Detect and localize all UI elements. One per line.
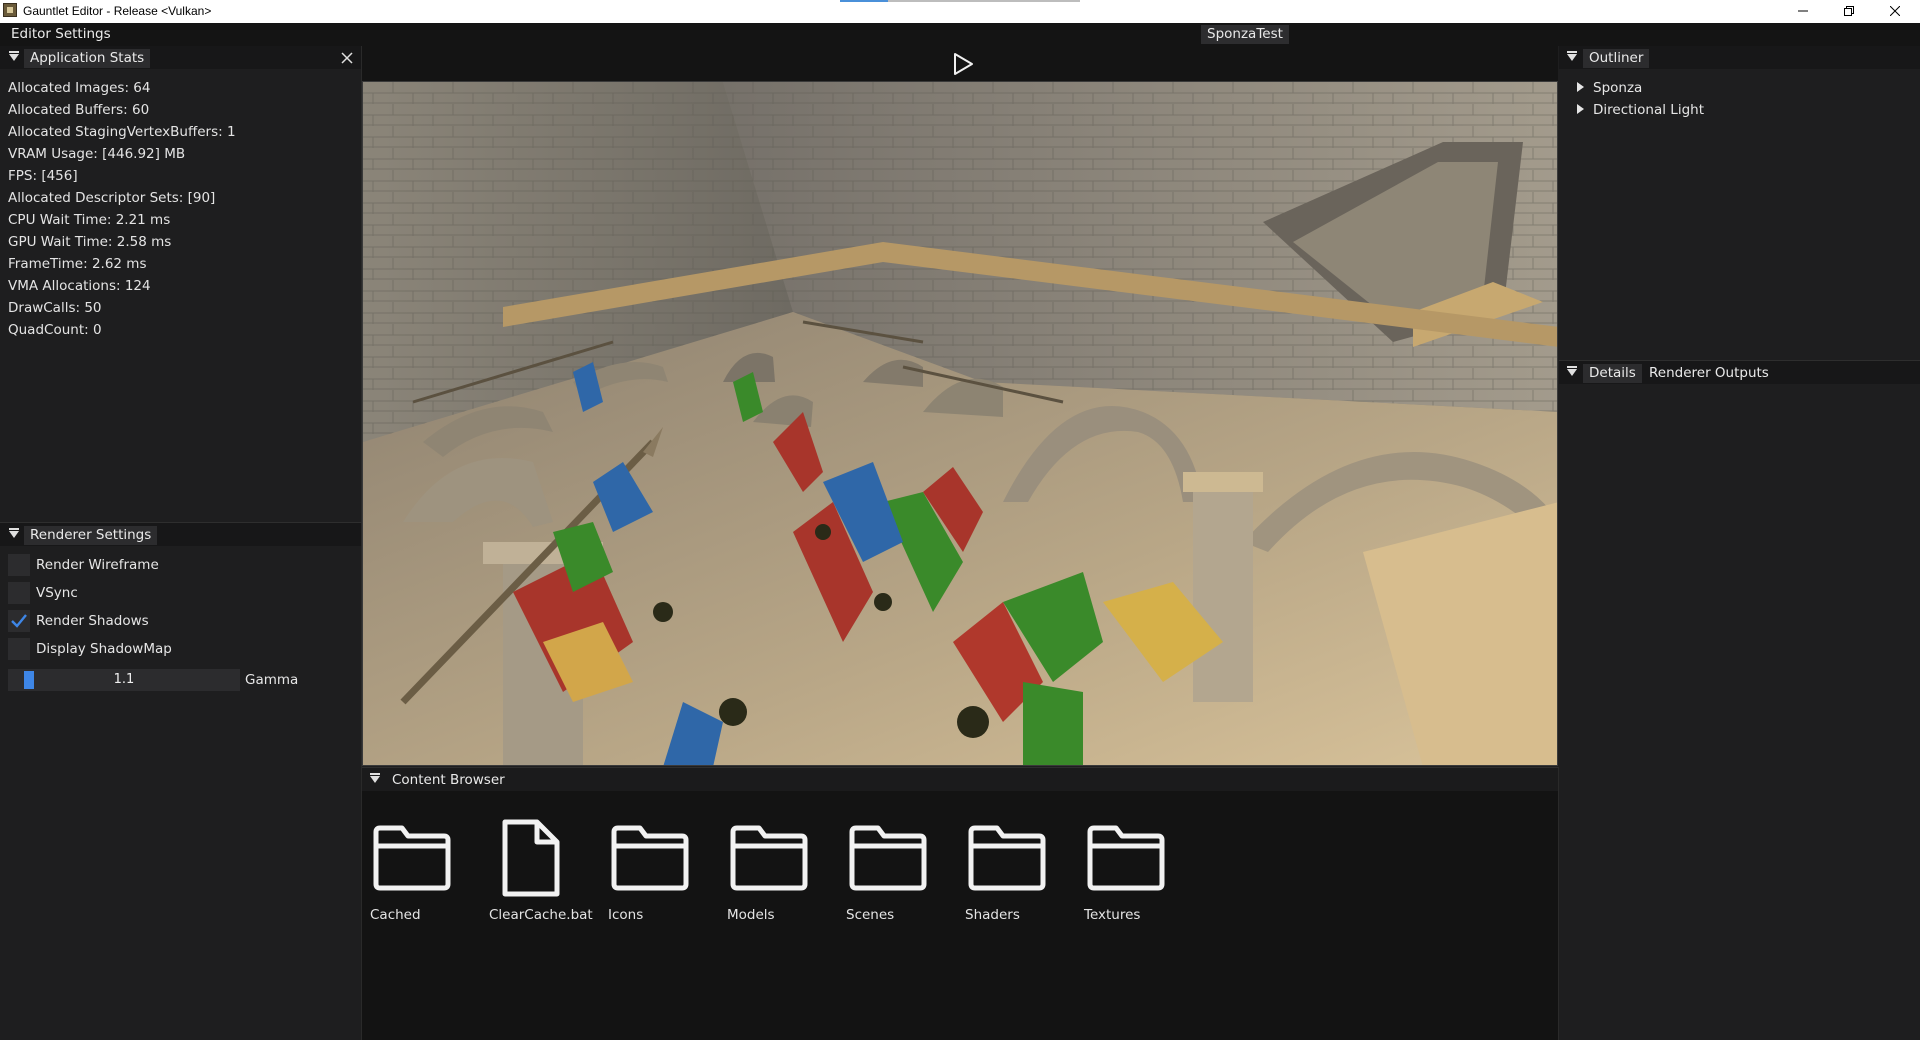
stat-line: QuadCount: 0 bbox=[8, 322, 102, 338]
stat-line: FrameTime: 2.62 ms bbox=[8, 256, 147, 272]
stats-list: Allocated Images: 64 Allocated Buffers: … bbox=[8, 77, 236, 341]
display-shadowmap-option[interactable]: Display ShadowMap bbox=[8, 638, 172, 660]
option-label: VSync bbox=[36, 585, 78, 601]
outliner-item-directional-light[interactable]: Directional Light bbox=[1577, 99, 1704, 121]
gamma-slider[interactable]: 1.1 bbox=[8, 669, 240, 691]
outliner-item-label: Directional Light bbox=[1593, 102, 1704, 118]
renderer-settings-panel: Renderer Settings Render Wireframe VSync… bbox=[0, 522, 362, 1040]
render-wireframe-option[interactable]: Render Wireframe bbox=[8, 554, 159, 576]
content-item-label: Cached bbox=[370, 907, 421, 923]
render-wireframe-checkbox[interactable] bbox=[8, 554, 30, 576]
expand-arrow-icon[interactable] bbox=[1577, 82, 1584, 92]
taskbar-indicator-track bbox=[888, 0, 1080, 2]
content-item-label: Shaders bbox=[965, 907, 1020, 923]
option-label: Render Shadows bbox=[36, 613, 149, 629]
details-panel: Details Renderer Outputs bbox=[1559, 361, 1920, 1039]
window-titlebar: Gauntlet Editor - Release <Vulkan> bbox=[0, 0, 1920, 23]
checkmark-icon bbox=[11, 614, 27, 628]
stat-line: Allocated Buffers: 60 bbox=[8, 102, 150, 118]
gamma-value: 1.1 bbox=[113, 672, 135, 687]
content-browser-panel: Content Browser Cached ClearCache.bat Ic… bbox=[362, 767, 1559, 1040]
menu-bar: Editor Settings SponzaTest bbox=[0, 23, 1920, 46]
tab-content-browser[interactable]: Content Browser bbox=[386, 771, 511, 790]
stat-line: DrawCalls: 50 bbox=[8, 300, 102, 316]
expand-arrow-icon[interactable] bbox=[1577, 104, 1584, 114]
close-icon[interactable] bbox=[340, 51, 354, 65]
tab-details[interactable]: Details bbox=[1583, 364, 1642, 383]
vsync-option[interactable]: VSync bbox=[8, 582, 78, 604]
folder-icon bbox=[373, 825, 451, 891]
collapse-arrow-icon[interactable] bbox=[9, 528, 19, 538]
close-window-button[interactable] bbox=[1872, 0, 1918, 22]
outliner-item-label: Sponza bbox=[1593, 80, 1643, 96]
tab-outliner[interactable]: Outliner bbox=[1583, 49, 1650, 68]
content-item-label: Icons bbox=[608, 907, 644, 923]
play-icon[interactable] bbox=[950, 51, 976, 77]
viewport-toolbar bbox=[362, 46, 1558, 81]
display-shadowmap-checkbox[interactable] bbox=[8, 638, 30, 660]
restore-icon bbox=[1844, 6, 1854, 16]
restore-button[interactable] bbox=[1826, 0, 1872, 22]
scene-viewport[interactable] bbox=[362, 81, 1558, 766]
panel-header: Outliner bbox=[1559, 46, 1920, 69]
app-logo-icon bbox=[3, 3, 17, 17]
tab-renderer-outputs[interactable]: Renderer Outputs bbox=[1643, 364, 1775, 383]
content-item-label: Models bbox=[727, 907, 775, 923]
panel-header: Renderer Settings bbox=[0, 523, 361, 546]
stat-line: VRAM Usage: [446.92] MB bbox=[8, 146, 186, 162]
folder-icon bbox=[611, 825, 689, 891]
panel-header: Content Browser bbox=[362, 768, 1558, 791]
folder-icon bbox=[849, 825, 927, 891]
tab-renderer-settings[interactable]: Renderer Settings bbox=[24, 526, 158, 545]
folder-icon bbox=[1087, 825, 1165, 891]
sponza-scene-render bbox=[363, 82, 1557, 765]
minimize-icon bbox=[1798, 10, 1808, 12]
option-label: Display ShadowMap bbox=[36, 641, 172, 657]
collapse-arrow-icon[interactable] bbox=[370, 773, 380, 783]
collapse-arrow-icon[interactable] bbox=[1567, 51, 1577, 61]
stat-line: CPU Wait Time: 2.21 ms bbox=[8, 212, 171, 228]
collapse-arrow-icon[interactable] bbox=[9, 51, 19, 61]
close-icon bbox=[1890, 6, 1900, 16]
stat-line: VMA Allocations: 124 bbox=[8, 278, 151, 294]
collapse-arrow-icon[interactable] bbox=[1567, 366, 1577, 376]
option-label: Render Wireframe bbox=[36, 557, 159, 573]
render-shadows-checkbox[interactable] bbox=[8, 610, 30, 632]
taskbar-indicator bbox=[840, 0, 888, 2]
application-stats-panel: Application Stats Allocated Images: 64 A… bbox=[0, 46, 362, 522]
outliner-panel: Outliner Sponza Directional Light bbox=[1559, 46, 1920, 361]
stat-line: Allocated StagingVertexBuffers: 1 bbox=[8, 124, 236, 140]
vsync-checkbox[interactable] bbox=[8, 582, 30, 604]
folder-icon bbox=[968, 825, 1046, 891]
stat-line: Allocated Descriptor Sets: [90] bbox=[8, 190, 216, 206]
content-item-label: Textures bbox=[1084, 907, 1141, 923]
folder-icon bbox=[730, 825, 808, 891]
tab-application-stats[interactable]: Application Stats bbox=[24, 49, 151, 68]
stat-line: GPU Wait Time: 2.58 ms bbox=[8, 234, 172, 250]
outliner-item-sponza[interactable]: Sponza bbox=[1577, 77, 1642, 99]
panel-header: Application Stats bbox=[0, 46, 361, 69]
minimize-button[interactable] bbox=[1780, 0, 1826, 22]
menu-editor-settings[interactable]: Editor Settings bbox=[11, 26, 111, 42]
stat-line: FPS: [456] bbox=[8, 168, 78, 184]
window-title: Gauntlet Editor - Release <Vulkan> bbox=[23, 4, 212, 18]
file-icon bbox=[502, 819, 560, 897]
render-shadows-option[interactable]: Render Shadows bbox=[8, 610, 149, 632]
panel-header: Details Renderer Outputs bbox=[1559, 361, 1920, 384]
content-item-label: Scenes bbox=[846, 907, 895, 923]
content-item-label: ClearCache.bat bbox=[489, 907, 593, 923]
stat-line: Allocated Images: 64 bbox=[8, 80, 151, 96]
scene-tab[interactable]: SponzaTest bbox=[1201, 25, 1289, 44]
gamma-label: Gamma bbox=[245, 672, 299, 688]
